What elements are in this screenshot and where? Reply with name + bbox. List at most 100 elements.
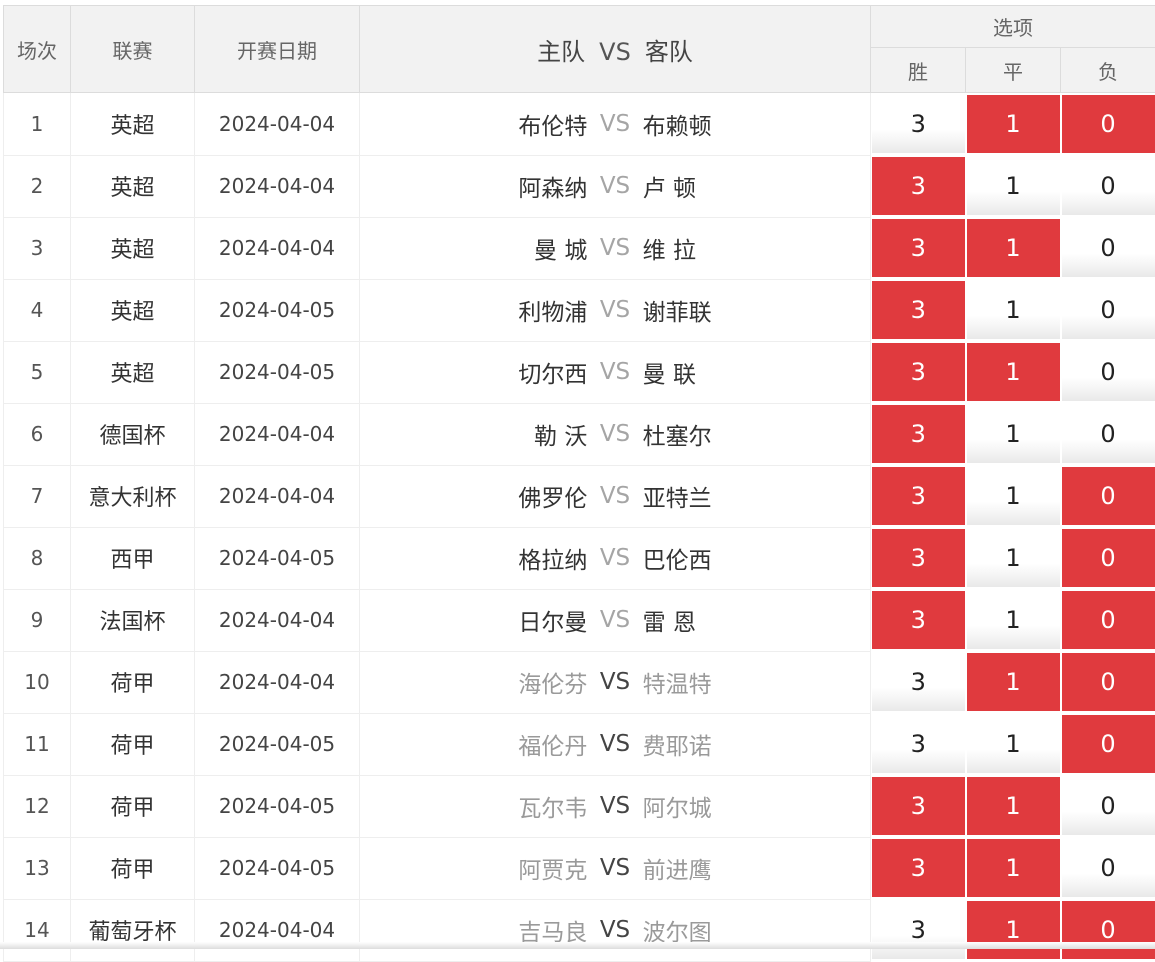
vs-label: VS: [587, 297, 642, 323]
option-win-button[interactable]: 3: [872, 901, 965, 959]
match-options-table: 场次 联赛 开赛日期 主队VS客队 选项 胜 平 负 1英超2024-04-04…: [3, 5, 1155, 962]
option-draw-button[interactable]: 1: [967, 591, 1060, 649]
home-team: 布伦特: [360, 107, 587, 141]
row-league: 荷甲: [71, 713, 195, 775]
row-league: 西甲: [71, 527, 195, 589]
option-draw-button[interactable]: 1: [967, 157, 1060, 215]
header-win: 胜: [871, 48, 966, 93]
row-match: 布伦特VS布赖顿: [360, 93, 871, 156]
row-date: 2024-04-05: [195, 775, 360, 837]
option-loss-button[interactable]: 0: [1062, 529, 1155, 587]
option-draw-button[interactable]: 1: [967, 219, 1060, 277]
option-loss-button[interactable]: 0: [1062, 653, 1155, 711]
home-team: 日尔曼: [360, 603, 587, 637]
option-draw-button[interactable]: 1: [967, 653, 1060, 711]
option-win-button[interactable]: 3: [872, 405, 965, 463]
option-win-button[interactable]: 3: [872, 529, 965, 587]
row-match: 阿贾克VS前进鹰: [360, 837, 871, 899]
option-loss-button[interactable]: 0: [1062, 715, 1155, 773]
vs-label: VS: [587, 917, 642, 943]
away-team: 巴伦西: [643, 541, 870, 575]
home-team: 切尔西: [360, 355, 587, 389]
home-team: 阿贾克: [360, 851, 587, 885]
away-team: 雷 恩: [643, 603, 870, 637]
vs-label: VS: [587, 793, 642, 819]
row-date: 2024-04-04: [195, 465, 360, 527]
option-draw-button[interactable]: 1: [967, 281, 1060, 339]
row-league: 荷甲: [71, 775, 195, 837]
header-match: 主队VS客队: [360, 6, 871, 93]
row-date: 2024-04-04: [195, 155, 360, 217]
option-draw-button[interactable]: 1: [967, 901, 1060, 959]
option-win-button[interactable]: 3: [872, 715, 965, 773]
header-options: 选项: [871, 6, 1155, 48]
option-loss-button[interactable]: 0: [1062, 343, 1155, 401]
option-loss-button[interactable]: 0: [1062, 839, 1155, 897]
table-row: 11荷甲2024-04-05福伦丹VS费耶诺310: [4, 713, 1155, 775]
table-row: 1英超2024-04-04布伦特VS布赖顿310: [4, 93, 1155, 156]
option-draw-button[interactable]: 1: [967, 529, 1060, 587]
row-date: 2024-04-04: [195, 651, 360, 713]
row-index: 7: [4, 465, 71, 527]
row-league: 英超: [71, 341, 195, 403]
row-league: 英超: [71, 93, 195, 156]
option-win-button[interactable]: 3: [872, 219, 965, 277]
vs-label: VS: [587, 421, 642, 447]
option-win-button[interactable]: 3: [872, 343, 965, 401]
option-draw-button[interactable]: 1: [967, 405, 1060, 463]
option-loss-button[interactable]: 0: [1062, 467, 1155, 525]
row-index: 4: [4, 279, 71, 341]
option-draw-button[interactable]: 1: [967, 839, 1060, 897]
vs-label: VS: [587, 235, 642, 261]
option-win-button[interactable]: 3: [872, 839, 965, 897]
table-row: 3英超2024-04-04曼 城VS维 拉310: [4, 217, 1155, 279]
row-date: 2024-04-05: [195, 713, 360, 775]
home-team: 阿森纳: [360, 169, 587, 203]
option-win-button[interactable]: 3: [872, 591, 965, 649]
header-league: 联赛: [71, 6, 195, 93]
option-loss-button[interactable]: 0: [1062, 405, 1155, 463]
option-win-button[interactable]: 3: [872, 281, 965, 339]
option-win-button[interactable]: 3: [872, 777, 965, 835]
row-match: 切尔西VS曼 联: [360, 341, 871, 403]
row-match: 曼 城VS维 拉: [360, 217, 871, 279]
away-team: 杜塞尔: [643, 417, 870, 451]
vs-label: VS: [587, 111, 642, 137]
option-win-button[interactable]: 3: [872, 95, 965, 153]
row-index: 12: [4, 775, 71, 837]
away-team: 亚特兰: [643, 479, 870, 513]
table-row: 10荷甲2024-04-04海伦芬VS特温特310: [4, 651, 1155, 713]
option-loss-button[interactable]: 0: [1062, 901, 1155, 959]
row-date: 2024-04-04: [195, 589, 360, 651]
away-team: 维 拉: [643, 231, 870, 265]
option-win-button[interactable]: 3: [872, 653, 965, 711]
row-match: 阿森纳VS卢 顿: [360, 155, 871, 217]
option-loss-button[interactable]: 0: [1062, 219, 1155, 277]
away-team: 特温特: [643, 665, 870, 699]
row-match: 格拉纳VS巴伦西: [360, 527, 871, 589]
row-league: 英超: [71, 279, 195, 341]
row-league: 葡萄牙杯: [71, 899, 195, 961]
table-row: 5英超2024-04-05切尔西VS曼 联310: [4, 341, 1155, 403]
option-loss-button[interactable]: 0: [1062, 95, 1155, 153]
home-team: 勒 沃: [360, 417, 587, 451]
vs-label: VS: [587, 731, 642, 757]
option-loss-button[interactable]: 0: [1062, 777, 1155, 835]
row-date: 2024-04-04: [195, 899, 360, 961]
row-index: 13: [4, 837, 71, 899]
option-loss-button[interactable]: 0: [1062, 591, 1155, 649]
row-match: 利物浦VS谢菲联: [360, 279, 871, 341]
header-date: 开赛日期: [195, 6, 360, 93]
row-match: 瓦尔韦VS阿尔城: [360, 775, 871, 837]
option-draw-button[interactable]: 1: [967, 467, 1060, 525]
option-loss-button[interactable]: 0: [1062, 157, 1155, 215]
option-draw-button[interactable]: 1: [967, 343, 1060, 401]
row-league: 荷甲: [71, 651, 195, 713]
option-loss-button[interactable]: 0: [1062, 281, 1155, 339]
option-draw-button[interactable]: 1: [967, 715, 1060, 773]
option-draw-button[interactable]: 1: [967, 777, 1060, 835]
option-win-button[interactable]: 3: [872, 467, 965, 525]
option-draw-button[interactable]: 1: [967, 95, 1060, 153]
away-team: 费耶诺: [643, 727, 870, 761]
option-win-button[interactable]: 3: [872, 157, 965, 215]
